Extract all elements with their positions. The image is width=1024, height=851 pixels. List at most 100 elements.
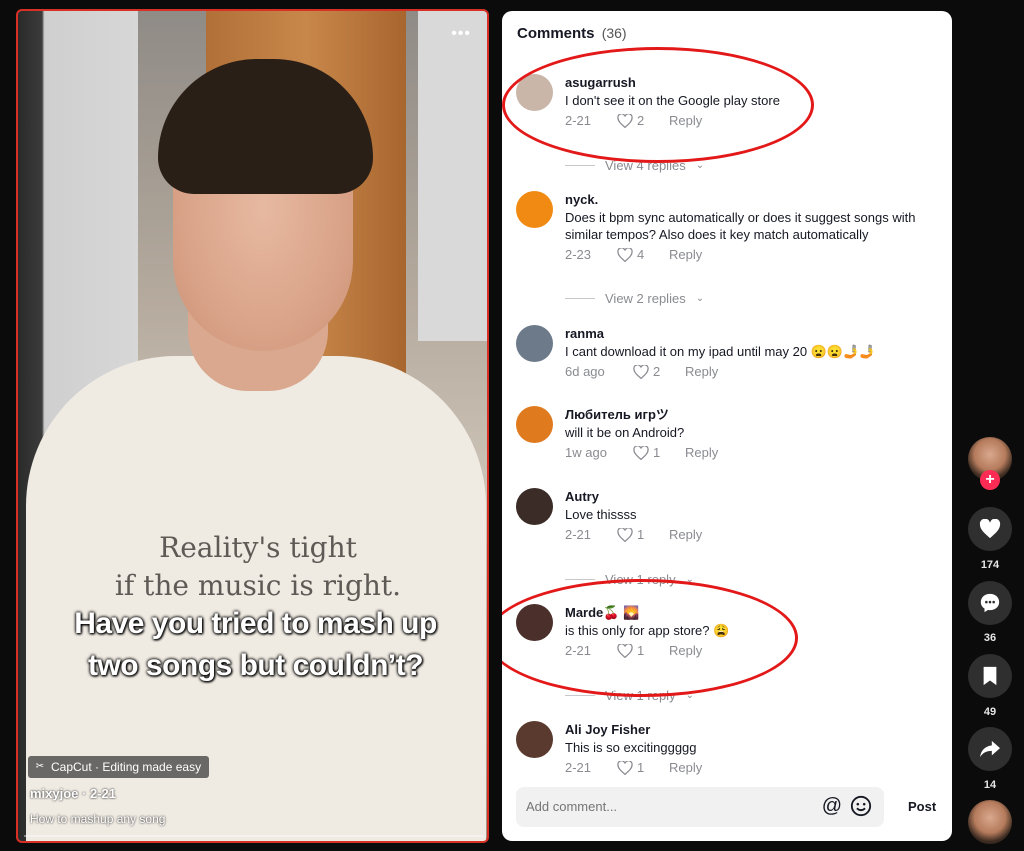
comment-date: 1w ago (565, 445, 607, 460)
avatar[interactable] (516, 604, 553, 641)
chevron-down-icon: ⌄ (695, 293, 705, 304)
comment-count: 36 (983, 632, 997, 644)
post-button[interactable]: Post (908, 799, 936, 814)
chevron-down-icon: ⌄ (685, 574, 694, 585)
comment-username[interactable]: Marde🍒 🌄 (565, 604, 935, 622)
shirt-text-line1: Reality's tight (159, 531, 357, 564)
caption-line2: two songs but couldn’t? (87, 649, 424, 682)
chevron-down-icon: ⌄ (685, 690, 694, 701)
view-replies-button[interactable]: View 2 replies ⌄ (565, 291, 704, 306)
save-video-button[interactable] (968, 654, 1012, 698)
reply-button[interactable]: Reply (685, 364, 718, 380)
like-count: 1 (653, 445, 661, 460)
comment-username[interactable]: Ali Joy Fisher (565, 721, 935, 739)
comment-username[interactable]: Autry (565, 488, 935, 506)
comment-date: 2-21 (565, 527, 592, 542)
video-progress-bar[interactable] (24, 835, 484, 837)
background-panel (418, 11, 487, 341)
like-count: 1 (637, 643, 645, 658)
divider (565, 298, 595, 299)
comment-text: This is so excitinggggg (565, 740, 697, 755)
page: Reality's tight if the music is right. H… (0, 0, 1024, 851)
heart-icon (617, 248, 633, 262)
mention-icon[interactable]: @ (822, 795, 842, 818)
heart-icon (617, 528, 633, 542)
bookmark-icon (983, 666, 997, 686)
like-button[interactable]: 1 (617, 760, 669, 776)
shirt-text-line2: if the music is right. (114, 569, 402, 602)
avatar[interactable] (516, 74, 553, 111)
heart-icon (979, 519, 1001, 539)
like-count: 2 (637, 113, 645, 128)
comment-username[interactable]: nyck. (565, 191, 935, 209)
comment-username[interactable]: ranma (565, 325, 935, 343)
comment-text: Does it bpm sync automatically or does i… (565, 210, 916, 242)
like-video-button[interactable] (968, 507, 1012, 551)
reply-button[interactable]: Reply (669, 113, 702, 129)
like-button[interactable]: 1 (617, 643, 669, 659)
comment-username[interactable]: Любитель игрツ (565, 406, 935, 424)
reply-button[interactable]: Reply (669, 527, 702, 543)
view-replies-button[interactable]: View 1 reply ⌄ (565, 572, 694, 587)
emoji-icon[interactable] (850, 795, 872, 817)
comment-list[interactable]: asugarrush I don't see it on the Google … (502, 66, 952, 776)
heart-icon (617, 644, 633, 658)
reply-button[interactable]: Reply (685, 445, 718, 461)
capcut-icon: ✂ (35, 761, 45, 772)
add-comment-input[interactable] (526, 799, 806, 814)
chevron-down-icon: ⌄ (695, 160, 705, 171)
share-video-button[interactable] (968, 727, 1012, 771)
like-count: 1 (637, 527, 645, 542)
comment-video-button[interactable] (968, 581, 1012, 625)
like-count: 174 (980, 559, 1000, 571)
comment-text: I cant download it on my ipad until may … (565, 344, 876, 359)
view-replies-button[interactable]: View 4 replies ⌄ (565, 158, 704, 173)
reply-button[interactable]: Reply (669, 247, 702, 263)
heart-icon (617, 761, 633, 775)
avatar[interactable] (516, 721, 553, 758)
like-count: 2 (653, 364, 661, 379)
reply-button[interactable]: Reply (669, 643, 702, 659)
divider (565, 165, 595, 166)
video-caption: Have you tried to mash up two songs but … (38, 603, 473, 687)
divider (565, 579, 595, 580)
action-rail: + 174 36 49 14 (962, 0, 1024, 851)
view-replies-label: View 2 replies (605, 291, 686, 306)
view-replies-button[interactable]: View 1 reply ⌄ (565, 688, 694, 703)
comment-date: 2-23 (565, 247, 592, 262)
capcut-label: CapCut · Editing made easy (51, 760, 202, 774)
comment-text: Love thissss (565, 507, 637, 522)
add-comment-box[interactable]: @ (516, 787, 884, 827)
like-button[interactable]: 1 (633, 445, 685, 461)
comments-count: (36) (601, 25, 627, 41)
like-button[interactable]: 1 (617, 527, 669, 543)
video-player[interactable]: Reality's tight if the music is right. H… (16, 9, 489, 843)
reply-button[interactable]: Reply (669, 760, 702, 776)
heart-icon (633, 446, 649, 460)
comment-text: is this only for app store? 😩 (565, 623, 730, 638)
follow-button[interactable]: + (980, 470, 1000, 490)
more-dots-icon[interactable]: ••• (451, 25, 471, 43)
avatar[interactable] (516, 406, 553, 443)
heart-icon (617, 114, 633, 128)
view-replies-label: View 1 reply (605, 572, 676, 587)
comment-text: will it be on Android? (565, 425, 685, 440)
comment-icon (980, 593, 1000, 613)
like-button[interactable]: 2 (617, 113, 669, 129)
like-button[interactable]: 2 (633, 364, 685, 380)
like-count: 4 (637, 247, 645, 262)
comment-date: 2-21 (565, 643, 592, 658)
heart-icon (633, 365, 649, 379)
like-count: 1 (637, 760, 645, 775)
avatar[interactable] (516, 191, 553, 228)
video-author[interactable]: mixyjoe · 2-21 (30, 786, 116, 801)
avatar[interactable] (516, 325, 553, 362)
capcut-badge[interactable]: ✂ CapCut · Editing made easy (28, 756, 210, 778)
comment-username[interactable]: asugarrush (565, 74, 935, 92)
comment-composer: @ Post (502, 781, 952, 841)
comment-date: 2-21 (565, 760, 592, 775)
comments-panel: Comments (36) asugarrush I don't see it … (502, 11, 952, 841)
avatar[interactable] (516, 488, 553, 525)
like-button[interactable]: 4 (617, 247, 669, 263)
music-disc-avatar[interactable] (968, 800, 1012, 844)
